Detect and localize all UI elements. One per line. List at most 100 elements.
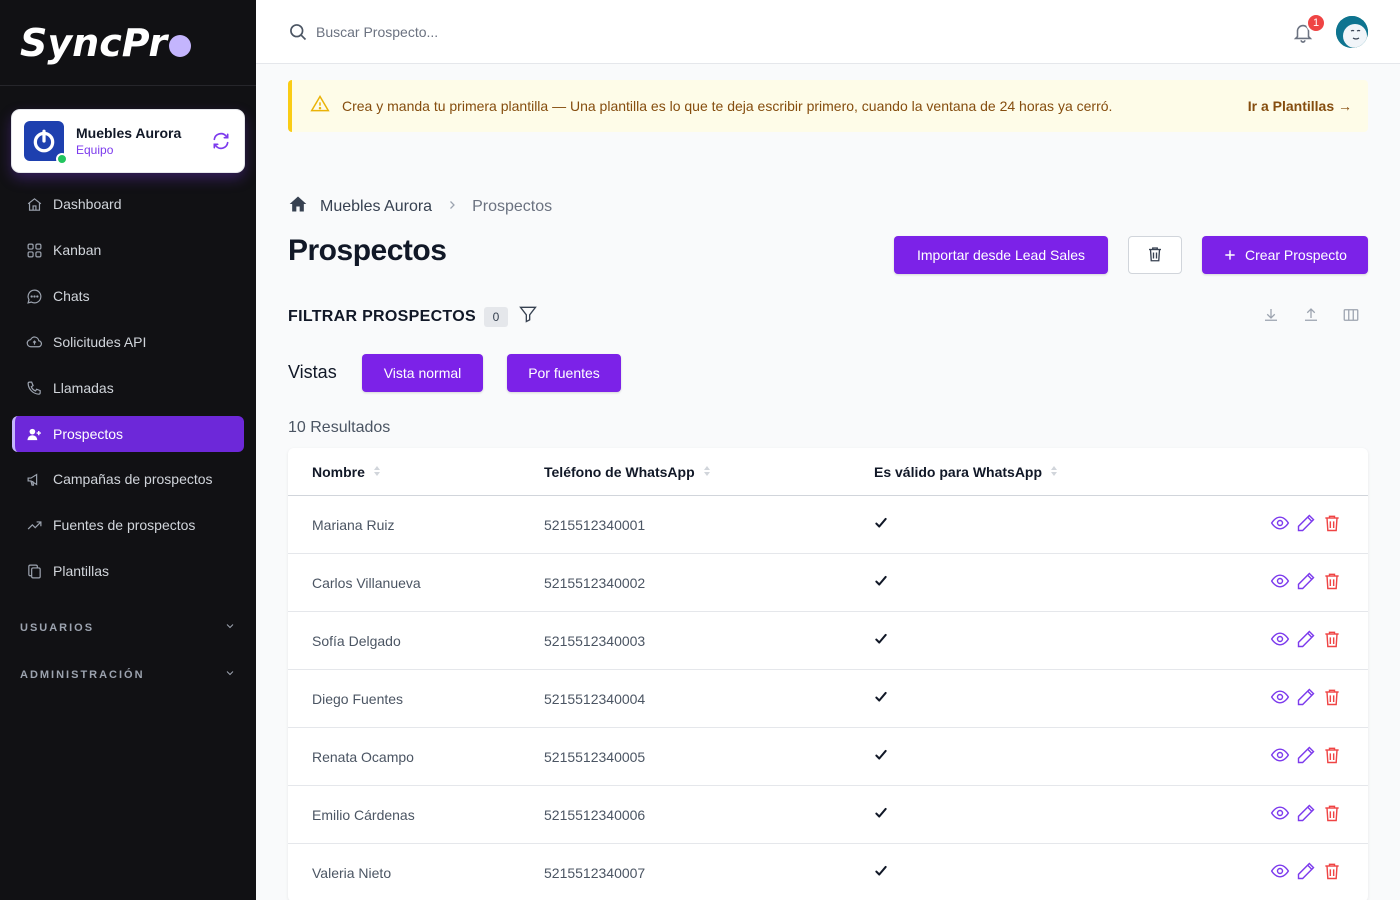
filter-count-badge: 0 [483, 306, 508, 327]
sidebar-item-prospect-campaigns[interactable]: Campañas de prospectos [12, 461, 244, 497]
delete-icon[interactable] [1322, 861, 1342, 886]
prospects-table: Nombre Teléfono de WhatsApp Es válido pa… [288, 448, 1368, 900]
section-administration-label: ADMINISTRACIÓN [20, 668, 145, 681]
search-input[interactable] [316, 18, 816, 46]
team-name: Muebles Aurora [76, 125, 182, 141]
delete-icon[interactable] [1322, 513, 1342, 538]
view-normal-button[interactable]: Vista normal [362, 354, 483, 392]
section-administration[interactable]: ADMINISTRACIÓN [20, 667, 236, 682]
delete-icon[interactable] [1322, 745, 1342, 770]
edit-icon[interactable] [1296, 571, 1316, 596]
create-prospect-button[interactable]: Crear Prospecto [1202, 236, 1368, 274]
view-icon[interactable] [1270, 513, 1290, 538]
edit-icon[interactable] [1296, 745, 1316, 770]
prospect-phone: 5215512340007 [544, 865, 646, 881]
row-actions [1270, 513, 1342, 538]
delete-icon[interactable] [1322, 629, 1342, 654]
edit-icon[interactable] [1296, 513, 1316, 538]
filter-row: FILTRAR PROSPECTOS 0 [288, 304, 538, 329]
power-icon [33, 129, 55, 153]
view-icon[interactable] [1270, 803, 1290, 828]
team-switcher[interactable]: Muebles Aurora Equipo [12, 110, 244, 172]
sidebar-item-calls[interactable]: Llamadas [12, 370, 244, 406]
grid-icon [25, 241, 43, 259]
page-title: Prospectos [288, 234, 447, 267]
sort-icon [373, 464, 381, 480]
column-header-label: Es válido para WhatsApp [874, 464, 1043, 480]
download-icon[interactable] [1262, 306, 1280, 329]
check-icon [874, 806, 888, 825]
delete-icon[interactable] [1322, 803, 1342, 828]
edit-icon[interactable] [1296, 803, 1316, 828]
sidebar-item-prospect-sources[interactable]: Fuentes de prospectos [12, 507, 244, 543]
sidebar-item-label: Plantillas [53, 563, 110, 579]
sidebar-item-prospects[interactable]: Prospectos [12, 416, 244, 452]
breadcrumb-root[interactable]: Muebles Aurora [320, 198, 432, 216]
sidebar-item-chats[interactable]: Chats [12, 278, 244, 314]
sidebar-item-label: Chats [53, 288, 90, 304]
table-row: Carlos Villanueva 5215512340002 [288, 554, 1368, 612]
column-header-valid[interactable]: Es válido para WhatsApp [874, 464, 1058, 480]
prospect-name: Mariana Ruiz [312, 517, 395, 533]
logo[interactable]: SyncPr [0, 0, 256, 86]
sidebar-item-label: Dashboard [53, 196, 122, 212]
delete-all-button[interactable] [1128, 236, 1182, 274]
plus-icon [1223, 248, 1237, 262]
user-avatar[interactable] [1336, 16, 1368, 48]
view-icon[interactable] [1270, 687, 1290, 712]
table-header: Nombre Teléfono de WhatsApp Es válido pa… [288, 448, 1368, 496]
sidebar-nav: Dashboard Kanban Chats Solicitudes API L… [12, 186, 244, 599]
switch-team-icon[interactable] [210, 130, 232, 152]
check-icon [874, 690, 888, 709]
section-users[interactable]: USUARIOS [20, 620, 236, 635]
prospect-phone: 5215512340003 [544, 633, 646, 649]
view-by-sources-button[interactable]: Por fuentes [507, 354, 621, 392]
check-icon [874, 516, 888, 535]
prospect-phone: 5215512340004 [544, 691, 646, 707]
team-role: Equipo [76, 143, 114, 157]
search-icon [288, 22, 308, 47]
view-icon[interactable] [1270, 745, 1290, 770]
section-users-label: USUARIOS [20, 621, 95, 634]
copy-icon [25, 562, 43, 580]
create-prospect-label: Crear Prospecto [1245, 247, 1347, 263]
home-icon[interactable] [288, 194, 308, 219]
breadcrumb: Muebles Aurora Prospectos [288, 194, 552, 219]
table-row: Emilio Cárdenas 5215512340006 [288, 786, 1368, 844]
trash-icon [1146, 244, 1164, 267]
sidebar-item-dashboard[interactable]: Dashboard [12, 186, 244, 222]
delete-icon[interactable] [1322, 687, 1342, 712]
columns-icon[interactable] [1342, 306, 1360, 329]
upload-icon[interactable] [1302, 306, 1320, 329]
prospect-phone: 5215512340006 [544, 807, 646, 823]
filter-icon[interactable] [518, 304, 538, 329]
sidebar-item-api-requests[interactable]: Solicitudes API [12, 324, 244, 360]
import-lead-sales-button[interactable]: Importar desde Lead Sales [894, 236, 1108, 274]
row-actions [1270, 745, 1342, 770]
view-icon[interactable] [1270, 629, 1290, 654]
view-icon[interactable] [1270, 861, 1290, 886]
logo-dot-icon [169, 34, 192, 57]
prospect-name: Sofía Delgado [312, 633, 401, 649]
home-icon [25, 195, 43, 213]
check-icon [874, 864, 888, 883]
edit-icon[interactable] [1296, 861, 1316, 886]
sidebar-item-label: Campañas de prospectos [53, 471, 213, 487]
sidebar-item-kanban[interactable]: Kanban [12, 232, 244, 268]
row-actions [1270, 687, 1342, 712]
team-avatar [24, 121, 68, 165]
edit-icon[interactable] [1296, 687, 1316, 712]
sidebar-item-templates[interactable]: Plantillas [12, 553, 244, 589]
filter-label: FILTRAR PROSPECTOS [288, 307, 476, 325]
column-header-phone[interactable]: Teléfono de WhatsApp [544, 464, 711, 480]
prospect-phone: 5215512340002 [544, 575, 646, 591]
edit-icon[interactable] [1296, 629, 1316, 654]
breadcrumb-current: Prospectos [472, 197, 553, 215]
view-icon[interactable] [1270, 571, 1290, 596]
delete-icon[interactable] [1322, 571, 1342, 596]
sidebar-item-label: Solicitudes API [53, 334, 147, 350]
results-count: 10 Resultados [288, 419, 391, 436]
column-header-name[interactable]: Nombre [312, 464, 381, 480]
go-to-templates-link[interactable]: Ir a Plantillas → [1248, 98, 1352, 114]
prospect-name: Emilio Cárdenas [312, 807, 415, 823]
